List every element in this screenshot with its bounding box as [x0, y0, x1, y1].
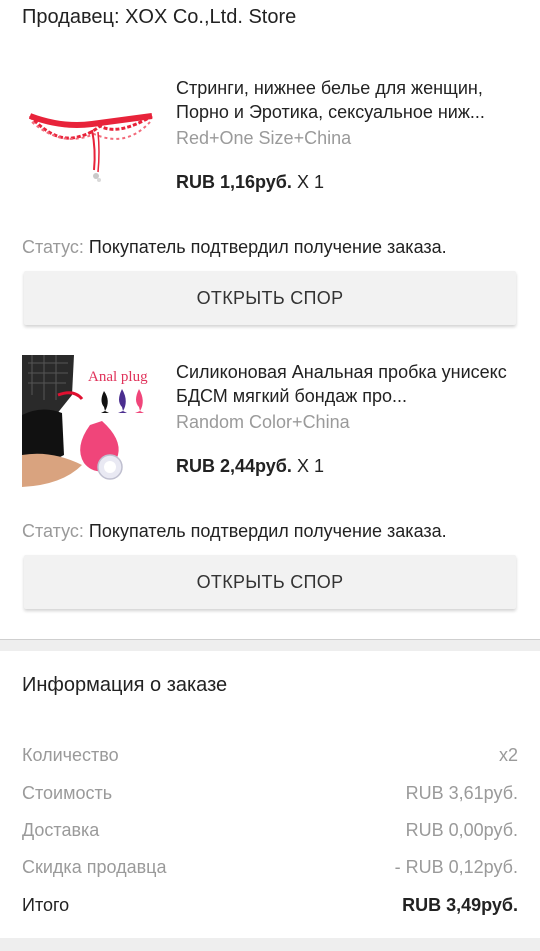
order-info-title: Информация о заказе [22, 674, 228, 696]
row-value: x2 [498, 745, 518, 765]
product-price-line: RUB 1,16руб. X 1 [176, 172, 324, 193]
status-value: Покупатель подтвердил получение заказа. [88, 237, 447, 257]
row-value: - RUB 0,12руб. [394, 857, 518, 877]
product-image[interactable] [22, 70, 160, 208]
row-label: Скидка продавца [22, 857, 167, 877]
order-status: Статус: Покупатель подтвердил получение … [22, 237, 447, 258]
product-price-line: RUB 2,44руб. X 1 [176, 456, 324, 477]
product-quantity: X 1 [296, 456, 324, 476]
product-quantity: X 1 [296, 172, 324, 192]
status-value: Покупатель подтвердил получение заказа. [88, 521, 447, 541]
product-variant: Random Color+China [176, 412, 350, 432]
order-status: Статус: Покупатель подтвердил получение … [22, 521, 447, 542]
product-image-caption: Anal plug [88, 369, 148, 385]
row-value: RUB 0,00руб. [405, 820, 518, 840]
product-variant: Red+One Size+China [176, 128, 352, 148]
product-price: RUB 1,16руб. [176, 172, 292, 192]
silicone-plug-image: Anal plug [22, 355, 160, 493]
row-label: Доставка [22, 820, 100, 840]
row-label: Стоимость [22, 783, 113, 803]
row-label: Итого [22, 895, 70, 915]
product-title[interactable]: Стринги, нижнее белье для женщин, Порно … [176, 76, 521, 124]
bottom-divider [0, 938, 540, 951]
status-label: Статус: [22, 521, 84, 541]
lace-thong-image [22, 70, 160, 208]
row-label: Количество [22, 745, 119, 765]
product-price: RUB 2,44руб. [176, 456, 292, 476]
status-label: Статус: [22, 237, 84, 257]
row-value: RUB 3,49руб. [402, 895, 518, 915]
open-dispute-button[interactable]: ОТКРЫТЬ СПОР [24, 271, 516, 325]
row-value: RUB 3,61руб. [405, 783, 518, 803]
seller-name[interactable]: Продавец: XOX Co.,Ltd. Store [22, 6, 296, 29]
section-divider [0, 639, 540, 651]
open-dispute-button[interactable]: ОТКРЫТЬ СПОР [24, 555, 516, 609]
product-title[interactable]: Силиконовая Анальная пробка унисекс БДСМ… [176, 360, 521, 408]
product-image[interactable]: Anal plug [22, 355, 160, 493]
